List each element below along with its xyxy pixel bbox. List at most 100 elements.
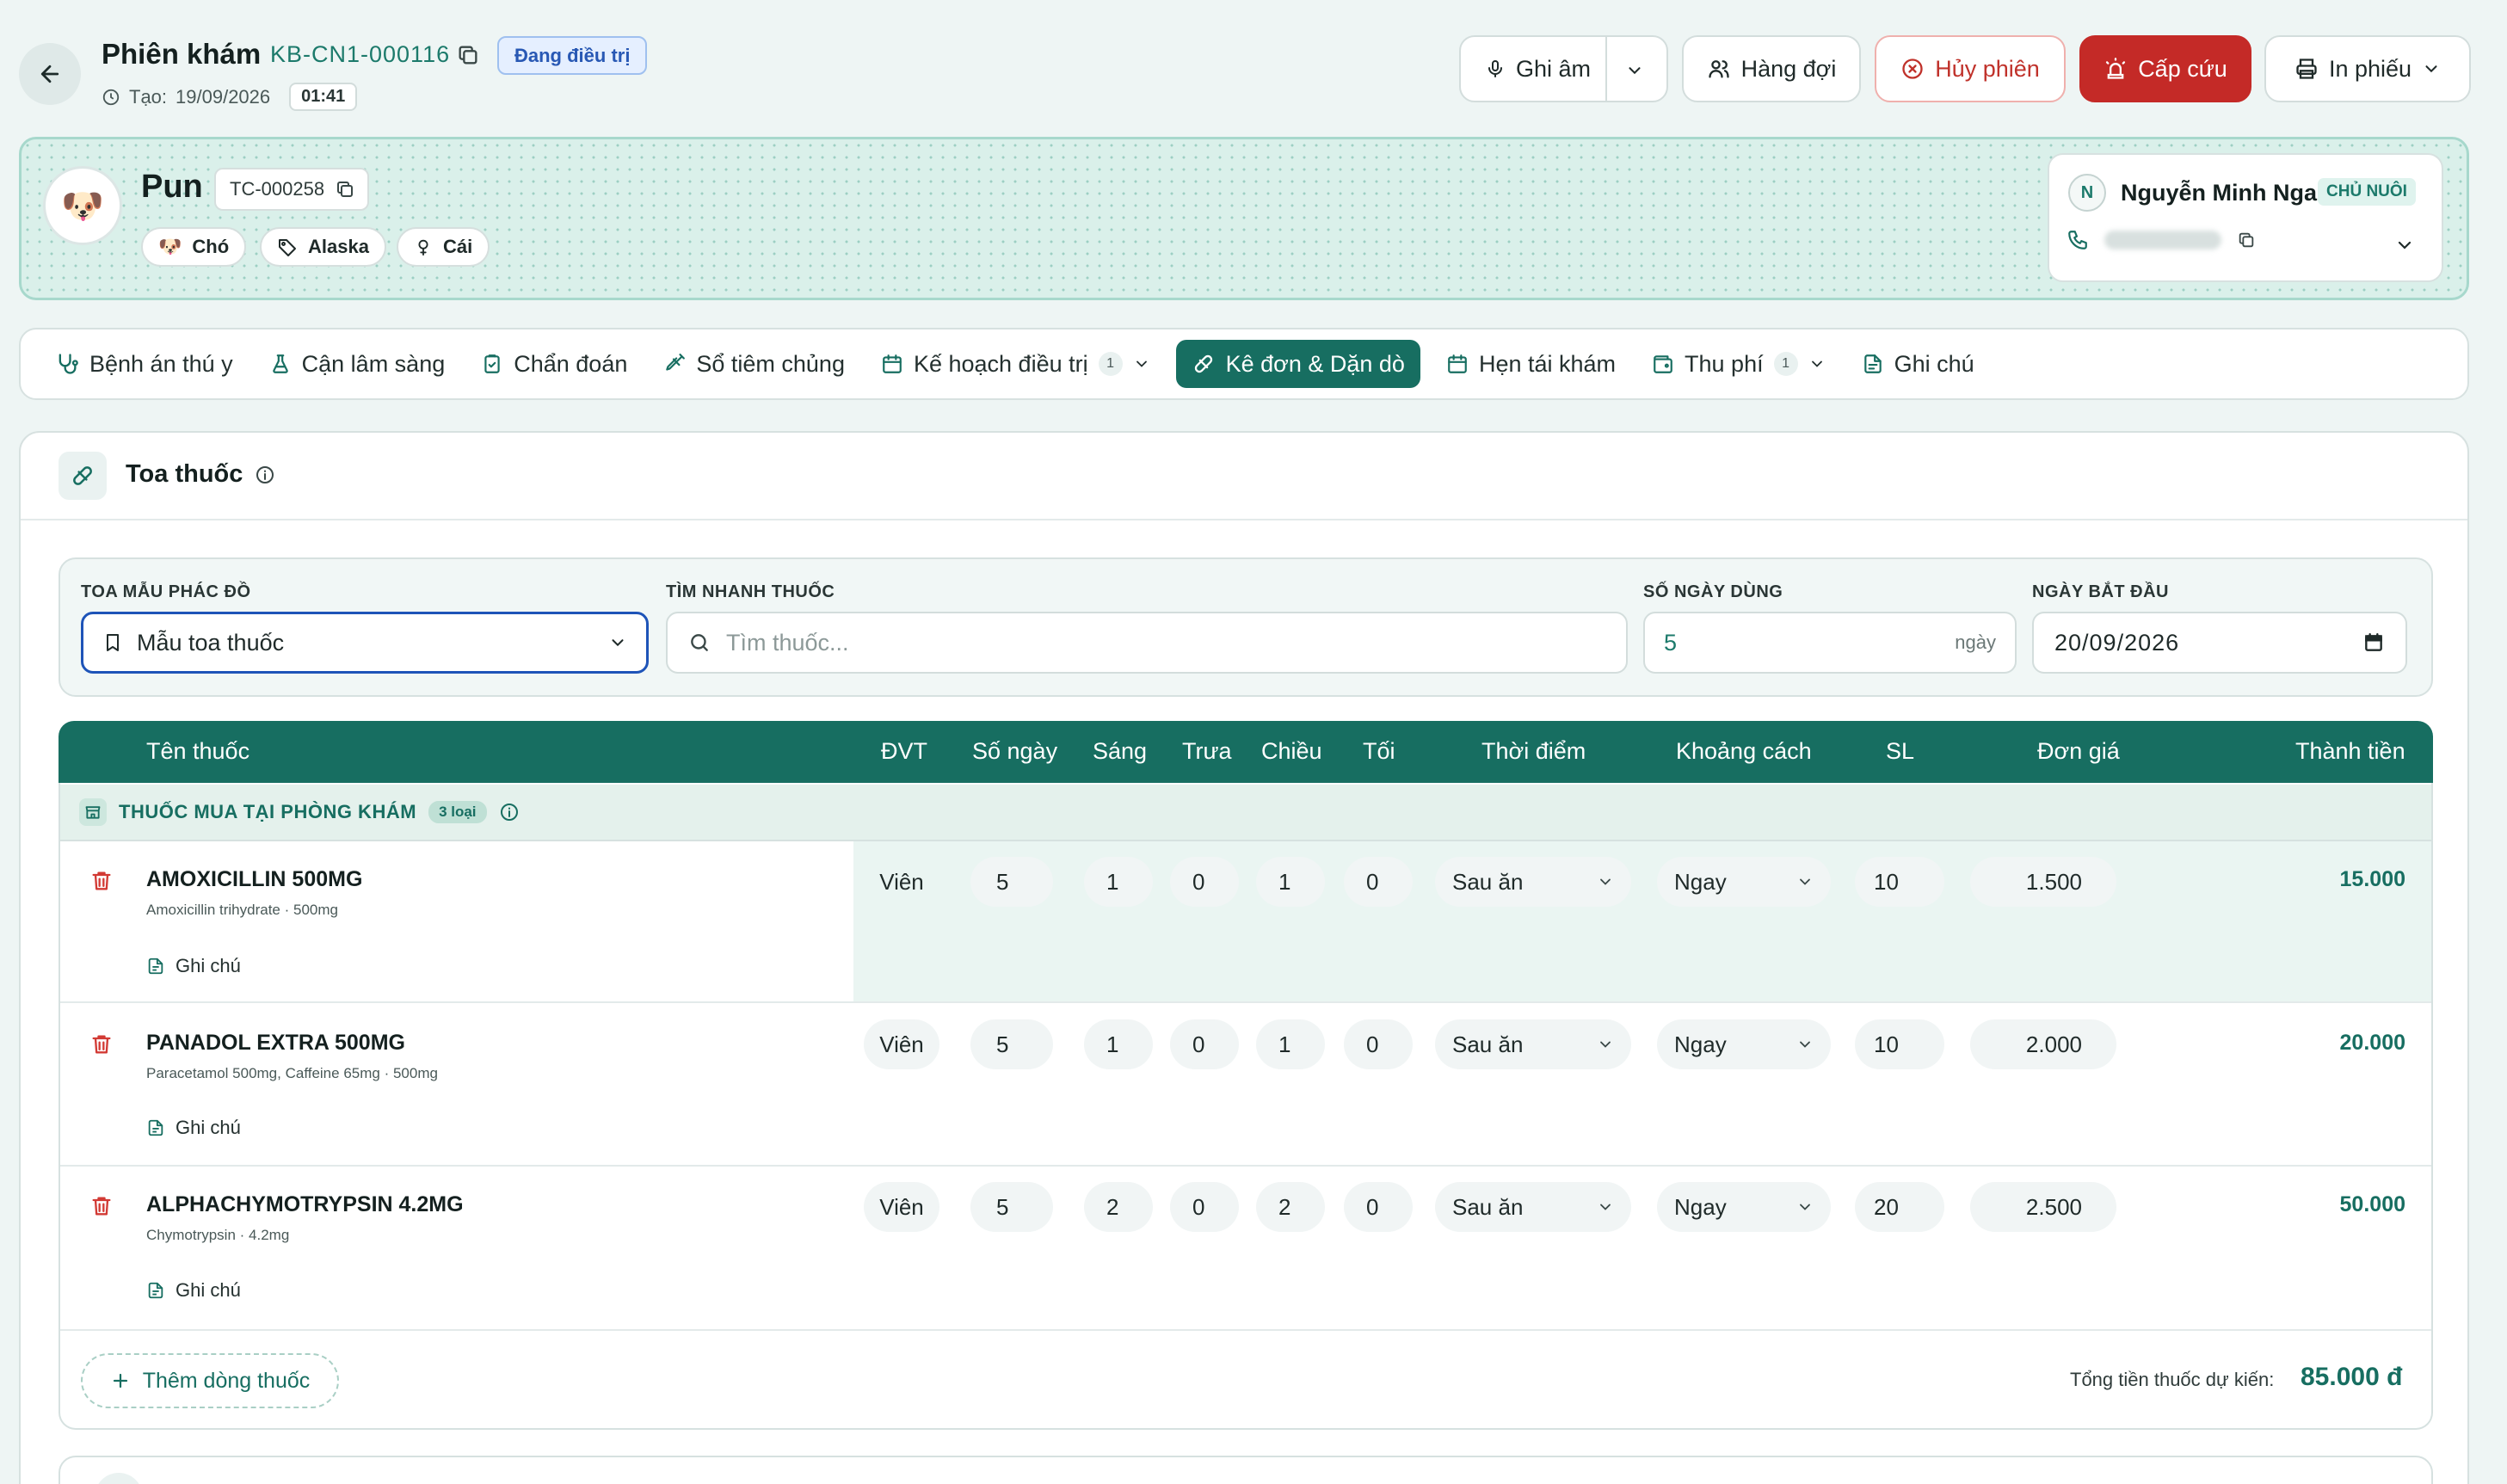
days-cell[interactable]: 5: [970, 1182, 1053, 1232]
species-tag: 🐶 Chó: [141, 227, 247, 267]
tab-treatment-plan[interactable]: Kế hoạch điều trị 1: [871, 340, 1161, 388]
add-drug-row-button[interactable]: Thêm dòng thuốc: [81, 1353, 339, 1408]
pet-name: Pun: [141, 169, 203, 205]
days-label: SỐ NGÀY DÙNG: [1643, 582, 1783, 601]
tab-prescription[interactable]: Kê đơn & Dặn dò: [1175, 340, 1420, 388]
night-cell[interactable]: 0: [1344, 1182, 1413, 1232]
timing-select[interactable]: Sau ăn: [1435, 1182, 1631, 1232]
afternoon-cell[interactable]: 2: [1256, 1182, 1325, 1232]
drug-note-label: Ghi chú: [176, 955, 241, 976]
tag-icon: [279, 239, 296, 256]
tab-diagnosis[interactable]: Chẩn đoán: [471, 340, 638, 388]
interval-value: Ngay: [1674, 1031, 1727, 1057]
tab-billing[interactable]: Thu phí 1: [1642, 340, 1836, 388]
cancel-session-button[interactable]: Hủy phiên: [1875, 35, 2066, 102]
col-noon: Trưa: [1182, 738, 1232, 764]
qty-cell[interactable]: 10: [1855, 857, 1944, 907]
days-cell[interactable]: 5: [970, 857, 1053, 907]
trash-icon: [92, 1197, 111, 1216]
morning-cell[interactable]: 1: [1084, 1019, 1153, 1069]
delete-row-button[interactable]: [89, 1194, 114, 1218]
tab-label: Thu phí: [1685, 350, 1764, 377]
qty-cell[interactable]: 10: [1855, 1019, 1944, 1069]
copy-pet-code-button[interactable]: [335, 179, 355, 200]
start-date-input[interactable]: 20/09/2026: [2032, 612, 2407, 674]
night-cell[interactable]: 0: [1344, 1019, 1413, 1069]
record-button[interactable]: Ghi âm: [1459, 35, 1668, 102]
owner-phone-redacted: [2104, 231, 2221, 249]
noon-cell[interactable]: 0: [1170, 1019, 1239, 1069]
queue-button[interactable]: Hàng đợi: [1682, 35, 1861, 102]
interval-select[interactable]: Ngay: [1657, 1019, 1831, 1069]
tab-paraclinical[interactable]: Cận lâm sàng: [259, 340, 456, 388]
sex-label: Cái: [443, 236, 473, 257]
qty-cell[interactable]: 20: [1855, 1182, 1944, 1232]
pet-code-chip: TC-000258: [214, 168, 370, 211]
morning-cell[interactable]: 1: [1084, 857, 1153, 907]
chevron-down-icon: [1800, 878, 1810, 885]
owner-avatar: N: [2068, 174, 2106, 212]
timing-value: Sau ăn: [1452, 868, 1524, 895]
pill-icon: [1194, 354, 1212, 373]
drug-note-button[interactable]: Ghi chú: [146, 1117, 241, 1139]
tab-medical-record[interactable]: Bệnh án thú y: [45, 340, 243, 388]
stethoscope-icon: [59, 354, 78, 374]
noon-cell[interactable]: 0: [1170, 857, 1239, 907]
copy-phone-button[interactable]: [2237, 231, 2256, 249]
night-cell[interactable]: 0: [1344, 857, 1413, 907]
pill-icon: [73, 466, 92, 485]
delete-row-button[interactable]: [89, 1032, 114, 1056]
price-cell[interactable]: 2.500: [1970, 1182, 2116, 1232]
days-input[interactable]: 5 ngày: [1643, 612, 2017, 674]
copy-session-code-button[interactable]: [456, 43, 480, 67]
morning-cell[interactable]: 2: [1084, 1182, 1153, 1232]
cancel-label: Hủy phiên: [1935, 55, 2040, 82]
panel-icon: [59, 452, 107, 500]
col-qty: SL: [1886, 738, 1915, 764]
unit-cell[interactable]: Viên: [864, 1182, 939, 1232]
afternoon-cell[interactable]: 1: [1256, 1019, 1325, 1069]
chevron-down-icon: [1811, 360, 1822, 367]
price-cell[interactable]: 1.500: [1970, 857, 2116, 907]
group-label: THUỐC MUA TẠI PHÒNG KHÁM: [119, 801, 417, 822]
tab-vaccination[interactable]: Sổ tiêm chủng: [653, 340, 855, 388]
tab-count-badge: 1: [1773, 352, 1798, 376]
tab-notes[interactable]: Ghi chú: [1851, 340, 1985, 388]
row-divider: [60, 1329, 2431, 1331]
info-icon[interactable]: [499, 802, 520, 822]
noon-cell[interactable]: 0: [1170, 1182, 1239, 1232]
template-select[interactable]: Mẫu toa thuốc: [81, 612, 649, 674]
drug-note-button[interactable]: Ghi chú: [146, 1279, 241, 1302]
drug-note-label: Ghi chú: [176, 1279, 241, 1301]
panel-info-button[interactable]: [255, 465, 275, 485]
record-divider: [1605, 37, 1607, 101]
interval-select[interactable]: Ngay: [1657, 857, 1831, 907]
unit-cell[interactable]: Viên: [864, 1019, 939, 1069]
drug-note-button[interactable]: Ghi chú: [146, 955, 241, 977]
interval-select[interactable]: Ngay: [1657, 1182, 1831, 1232]
group-count-badge: 3 loại: [428, 801, 487, 823]
unit-cell[interactable]: Viên: [864, 857, 939, 907]
tab-label: Kế hoạch điều trị: [913, 350, 1088, 377]
col-price: Đơn giá: [2037, 738, 2120, 764]
print-button[interactable]: In phiếu: [2264, 35, 2471, 102]
back-button[interactable]: [19, 43, 81, 105]
users-icon: [1708, 60, 1729, 78]
calendar-icon[interactable]: [2362, 631, 2385, 654]
price-cell[interactable]: 2.000: [1970, 1019, 2116, 1069]
days-cell[interactable]: 5: [970, 1019, 1053, 1069]
record-dropdown-toggle[interactable]: [1625, 61, 1644, 80]
afternoon-cell[interactable]: 1: [1256, 857, 1325, 907]
delete-row-button[interactable]: [89, 869, 114, 893]
emergency-button[interactable]: Cấp cứu: [2079, 35, 2251, 102]
tab-label: Ghi chú: [1894, 350, 1974, 377]
template-label: TOA MẪU PHÁC ĐỒ: [81, 582, 251, 601]
arrow-left-icon: [40, 65, 59, 83]
drug-search-input[interactable]: Tìm thuốc...: [666, 612, 1628, 674]
tab-follow-up[interactable]: Hẹn tái khám: [1436, 340, 1626, 388]
timing-select[interactable]: Sau ăn: [1435, 857, 1631, 907]
x-circle-icon: [1902, 58, 1923, 79]
owner-expand-toggle[interactable]: [2394, 235, 2415, 256]
col-days: Số ngày: [972, 738, 1058, 764]
timing-select[interactable]: Sau ăn: [1435, 1019, 1631, 1069]
